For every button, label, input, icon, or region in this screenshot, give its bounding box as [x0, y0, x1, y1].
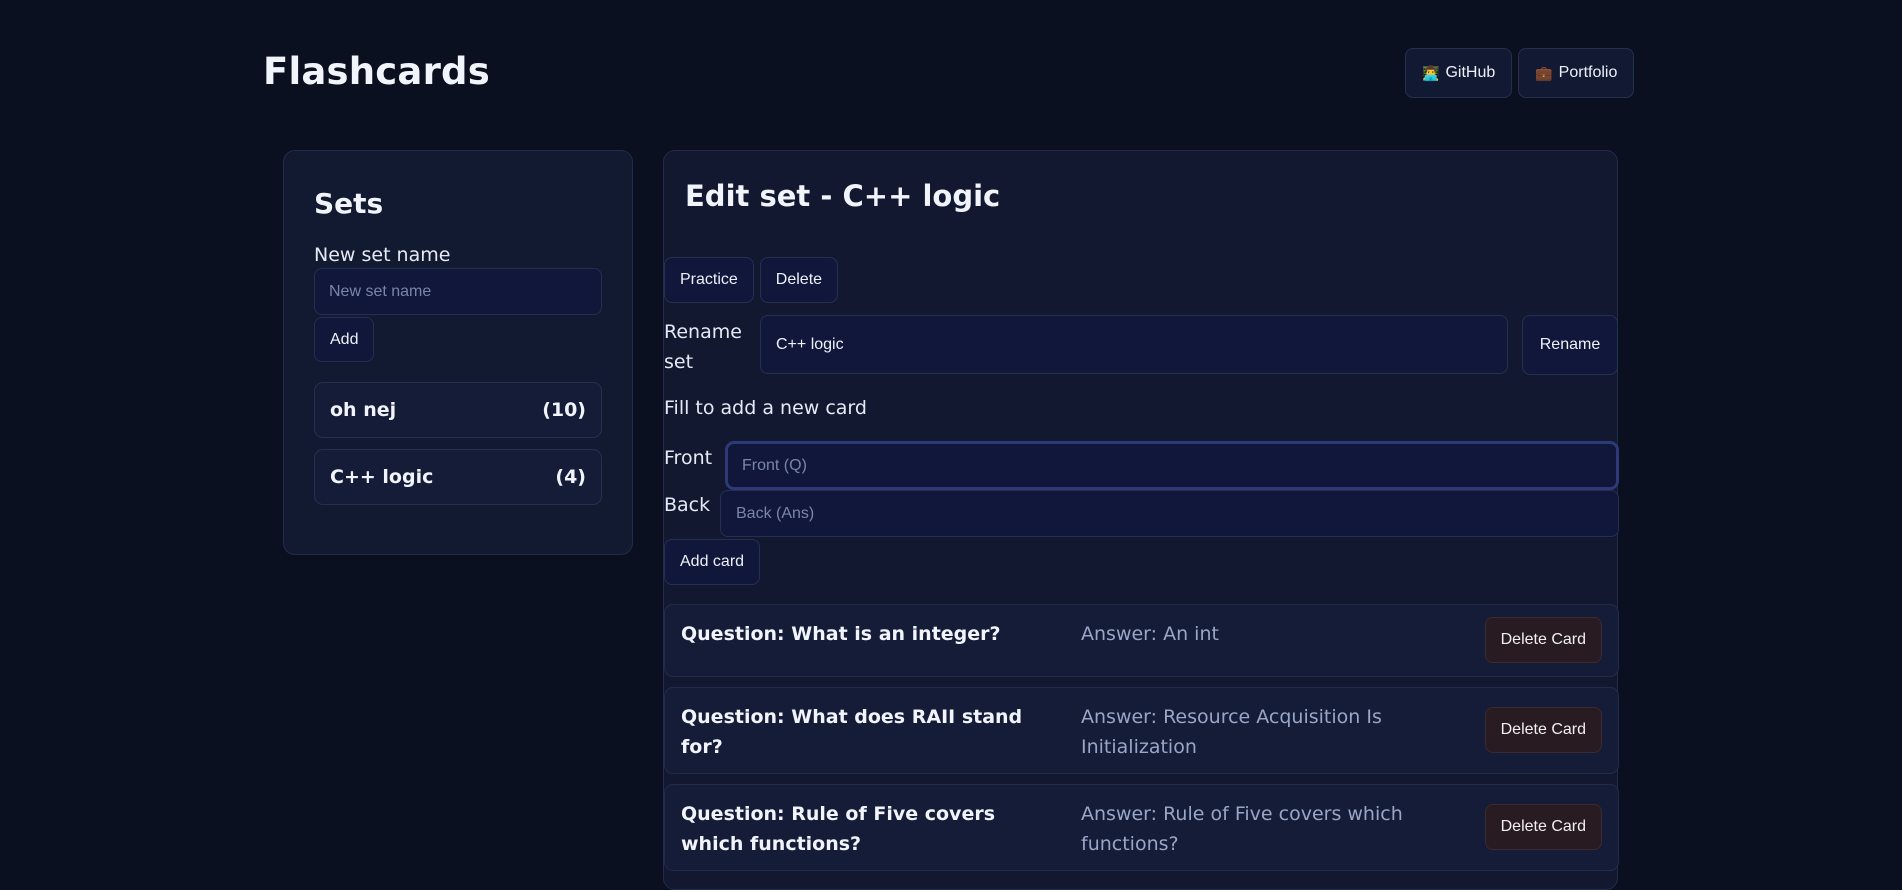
card-question: Question: What does RAII stand for? [681, 706, 1023, 758]
back-label: Back [664, 494, 711, 516]
edit-set-panel: Edit set - C++ logic Practice Delete Ren… [663, 150, 1619, 890]
set-name: oh nej [330, 399, 397, 421]
card-answer: Answer: An int [1081, 623, 1219, 645]
practice-button[interactable]: Practice [664, 257, 754, 303]
delete-card-button[interactable]: Delete Card [1484, 804, 1602, 850]
rename-set-input[interactable] [760, 315, 1508, 374]
rename-set-label: Rename set [664, 321, 742, 373]
card-answer: Answer: Resource Acquisition Is Initiali… [1081, 706, 1382, 758]
delete-card-button[interactable]: Delete Card [1484, 707, 1602, 753]
sets-panel: Sets New set name Add oh nej (10) C++ lo… [283, 150, 633, 555]
delete-set-button[interactable]: Delete [759, 257, 839, 303]
card-question: Question: Rule of Five covers which func… [681, 803, 996, 855]
new-card-hint: Fill to add a new card [664, 397, 867, 419]
add-set-button[interactable]: Add [314, 317, 375, 362]
card-item: Question: What is an integer? Answer: An… [664, 604, 1619, 677]
new-set-input[interactable] [314, 268, 602, 315]
set-name: C++ logic [330, 466, 434, 488]
briefcase-icon: 💼 [1535, 64, 1553, 81]
github-label: GitHub [1445, 64, 1496, 81]
set-count: (10) [542, 399, 586, 421]
portfolio-button[interactable]: 💼 Portfolio [1518, 48, 1635, 98]
github-button[interactable]: 👨‍💻 GitHub [1405, 48, 1513, 98]
set-item[interactable]: oh nej (10) [314, 382, 602, 438]
card-item: Question: What does RAII stand for? Answ… [664, 687, 1619, 774]
set-actions: Practice Delete [664, 257, 839, 303]
set-item[interactable]: C++ logic (4) [314, 449, 602, 505]
developer-icon: 👨‍💻 [1422, 64, 1440, 81]
header-links: 👨‍💻 GitHub 💼 Portfolio [1405, 48, 1635, 98]
card-question: Question: What is an integer? [681, 623, 1001, 645]
header: Flashcards 👨‍💻 GitHub 💼 Portfolio [0, 0, 1902, 150]
edit-set-title: Edit set - C++ logic [685, 179, 1001, 213]
add-card-button[interactable]: Add card [664, 539, 761, 585]
sets-title: Sets [314, 187, 384, 220]
card-answer: Answer: Rule of Five covers which functi… [1081, 803, 1403, 855]
portfolio-label: Portfolio [1558, 64, 1618, 81]
rename-row: Rename set Rename [664, 315, 1619, 375]
set-count: (4) [555, 466, 586, 488]
card-item: Question: Rule of Five covers which func… [664, 784, 1619, 871]
set-list: oh nej (10) C++ logic (4) [314, 382, 602, 505]
delete-card-button[interactable]: Delete Card [1484, 617, 1602, 663]
front-label: Front [664, 447, 713, 469]
card-list: Question: What is an integer? Answer: An… [664, 604, 1619, 881]
front-input[interactable] [725, 441, 1619, 490]
new-set-label: New set name [314, 244, 451, 266]
rename-button[interactable]: Rename [1522, 315, 1618, 375]
back-input[interactable] [720, 490, 1619, 537]
app-title: Flashcards [263, 50, 490, 93]
